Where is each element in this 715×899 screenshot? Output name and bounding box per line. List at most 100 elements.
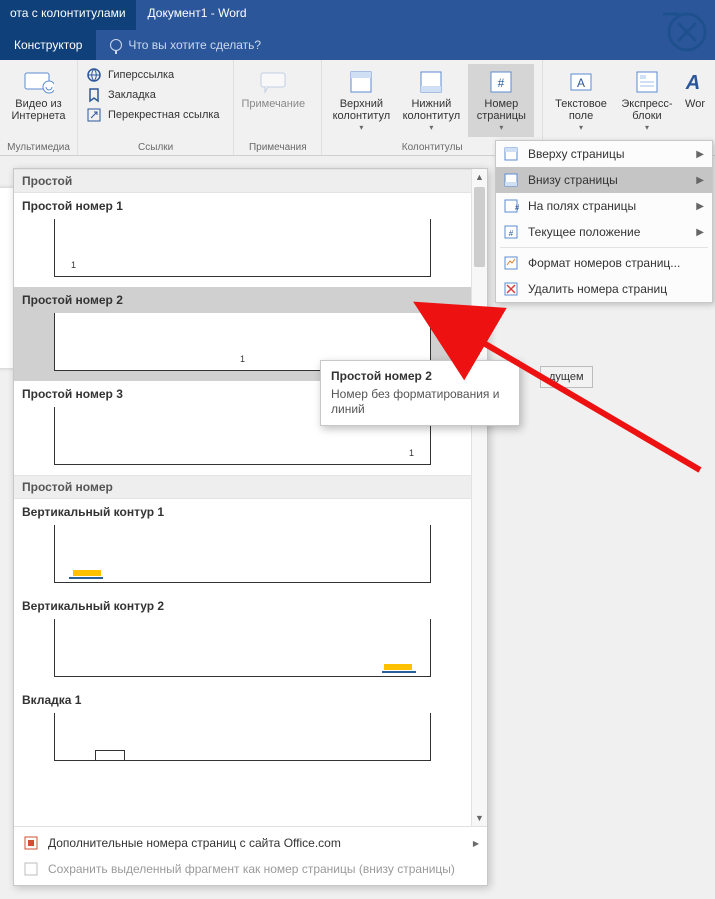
svg-text:A: A: [685, 72, 700, 94]
gallery-item-preview: [54, 619, 431, 677]
preview-number: 1: [409, 448, 414, 458]
svg-text:#: #: [515, 203, 519, 212]
header-label: Верхний колонтитул: [330, 98, 392, 122]
group-links-caption: Ссылки: [84, 140, 227, 153]
gallery-item-preview: [54, 713, 431, 761]
gallery-item-tooltip: Простой номер 2 Номер без форматирования…: [320, 360, 520, 426]
wordart-label: Wor: [685, 98, 705, 110]
group-comments: Примечание Примечания: [234, 60, 322, 155]
dropdown-arrow-icon: ▾: [499, 124, 503, 133]
hyperlink-button[interactable]: Гиперссылка: [84, 66, 222, 84]
crossref-button[interactable]: Перекрестная ссылка: [84, 106, 222, 124]
comment-label: Примечание: [241, 98, 305, 110]
hyperlink-label: Гиперссылка: [108, 69, 174, 81]
page-margins-icon: #: [502, 197, 520, 215]
submenu-arrow-icon: ▶: [696, 175, 704, 186]
menu-label: Текущее положение: [528, 225, 640, 239]
svg-text:#: #: [509, 229, 514, 238]
footer-icon: [415, 68, 447, 96]
current-position-icon: #: [502, 223, 520, 241]
page-number-button[interactable]: # Номер страницы ▾: [468, 64, 534, 137]
page-top-icon: [502, 145, 520, 163]
gallery-section-simple: Простой: [14, 169, 471, 193]
menu-item-page-margins[interactable]: # На полях страницы ▶: [496, 193, 712, 219]
gallery-more-label: Дополнительные номера страниц с сайта Of…: [48, 836, 341, 850]
tab-shape: [95, 750, 125, 760]
accent-underline: [69, 577, 103, 579]
scroll-down-button[interactable]: ▼: [472, 810, 487, 826]
hyperlink-icon: [86, 67, 102, 83]
gallery-item-title: Вертикальный контур 2: [20, 595, 465, 619]
dropdown-arrow-icon: ▾: [429, 124, 433, 133]
submenu-arrow-icon: ▶: [696, 227, 704, 238]
menu-item-format-page-numbers[interactable]: Формат номеров страниц...: [496, 250, 712, 276]
video-icon: [23, 68, 55, 96]
gallery-section-simple-number: Простой номер: [14, 475, 471, 499]
gallery-item-title: Вертикальный контур 1: [20, 501, 465, 525]
gallery-item-vertical-outline-1[interactable]: Вертикальный контур 1: [14, 499, 471, 593]
footer-label: Нижний колонтитул: [400, 98, 462, 122]
gallery-more-from-office[interactable]: Дополнительные номера страниц с сайта Of…: [20, 831, 481, 855]
page-number-gallery: Простой Простой номер 1 1 Простой номер …: [13, 168, 488, 886]
preview-number: 1: [240, 354, 245, 364]
tooltip-title: Простой номер 2: [331, 369, 509, 383]
tab-constructor[interactable]: Конструктор: [0, 30, 96, 60]
scroll-thumb[interactable]: [474, 187, 485, 267]
link-previous-button[interactable]: дущем: [540, 366, 593, 388]
footer-button[interactable]: Нижний колонтитул ▾: [398, 64, 464, 137]
document-title: Документ1 - Word: [136, 0, 259, 30]
menu-item-top-of-page[interactable]: Вверху страницы ▶: [496, 141, 712, 167]
svg-text:#: #: [498, 76, 505, 90]
group-links: Гиперссылка Закладка Перекрестная ссылка…: [78, 60, 234, 155]
menu-item-current-position[interactable]: # Текущее положение ▶: [496, 219, 712, 245]
quickparts-label: Экспресс-блоки: [619, 98, 675, 122]
group-multimedia-caption: Мультимедиа: [6, 140, 71, 153]
online-video-button[interactable]: Видео из Интернета: [6, 64, 71, 126]
menu-label: Внизу страницы: [528, 173, 618, 187]
menu-label: Удалить номера страниц: [528, 282, 667, 296]
gallery-footer: Дополнительные номера страниц с сайта Of…: [14, 826, 487, 885]
textbox-button[interactable]: A Текстовое поле ▾: [549, 64, 613, 137]
textbox-label: Текстовое поле: [551, 98, 611, 122]
tell-me-placeholder: Что вы хотите сделать?: [128, 38, 261, 52]
gallery-item-preview: [54, 525, 431, 583]
wordart-button[interactable]: A Wor: [681, 64, 709, 114]
gallery-scrollbar[interactable]: ▲ ▼: [471, 169, 487, 826]
header-icon: [345, 68, 377, 96]
menu-label: На полях страницы: [528, 199, 636, 213]
comment-button[interactable]: Примечание: [240, 64, 306, 114]
bookmark-icon: [86, 87, 102, 103]
gallery-item-tab-1[interactable]: Вкладка 1: [14, 687, 471, 771]
menu-item-bottom-of-page[interactable]: Внизу страницы ▶: [496, 167, 712, 193]
title-bar: ота с колонтитулами Документ1 - Word: [0, 0, 715, 30]
submenu-arrow-icon: ▶: [696, 149, 704, 160]
accent-underline: [382, 671, 416, 673]
submenu-arrow-icon: ▶: [696, 201, 704, 212]
header-button[interactable]: Верхний колонтитул ▾: [328, 64, 394, 137]
dropdown-arrow-icon: ▾: [645, 124, 649, 133]
page-number-menu: Вверху страницы ▶ Внизу страницы ▶ # На …: [495, 140, 713, 303]
gallery-item-preview: 1: [54, 219, 431, 277]
crossref-icon: [86, 107, 102, 123]
wordart-icon: A: [679, 68, 711, 96]
gallery-item-title: Вкладка 1: [20, 689, 465, 713]
contextual-tab-header: ота с колонтитулами: [0, 0, 136, 30]
tell-me-search[interactable]: Что вы хотите сделать?: [96, 38, 275, 52]
scroll-up-button[interactable]: ▲: [472, 169, 487, 185]
tooltip-body: Номер без форматирования и линий: [331, 387, 509, 417]
textbox-icon: A: [565, 68, 597, 96]
gallery-item-simple-1[interactable]: Простой номер 1 1: [14, 193, 471, 287]
link-previous-label: дущем: [549, 371, 584, 383]
svg-text:A: A: [577, 76, 585, 90]
dropdown-arrow-icon: ▾: [579, 124, 583, 133]
submenu-arrow-icon: ▶: [473, 839, 479, 848]
menu-label: Формат номеров страниц...: [528, 256, 680, 270]
menu-label: Вверху страницы: [528, 147, 624, 161]
gallery-item-vertical-outline-2[interactable]: Вертикальный контур 2: [14, 593, 471, 687]
quickparts-icon: [631, 68, 663, 96]
office-icon: [22, 834, 40, 852]
bookmark-button[interactable]: Закладка: [84, 86, 222, 104]
ribbon-tab-row: Конструктор Что вы хотите сделать?: [0, 30, 715, 60]
quickparts-button[interactable]: Экспресс-блоки ▾: [617, 64, 677, 137]
menu-item-remove-page-numbers[interactable]: Удалить номера страниц: [496, 276, 712, 302]
